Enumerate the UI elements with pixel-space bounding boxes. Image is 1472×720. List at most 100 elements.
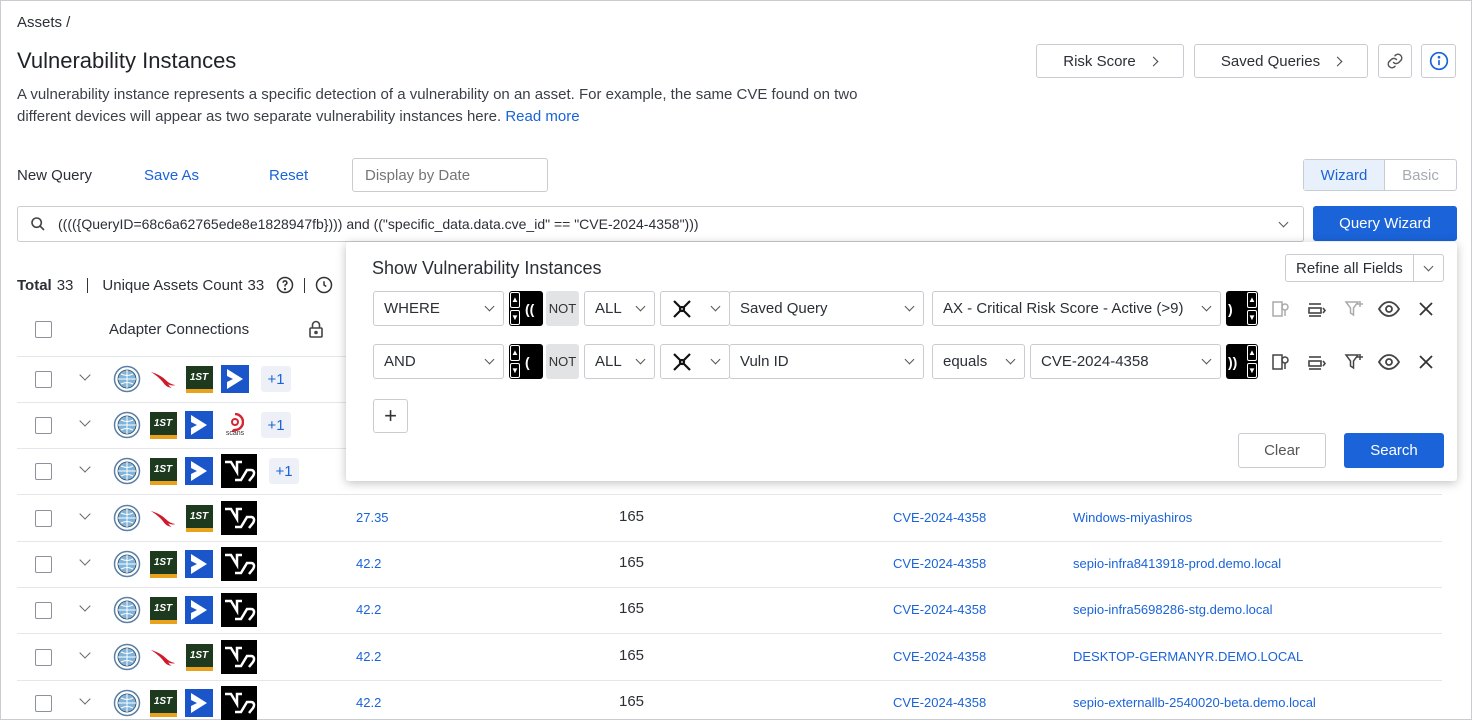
operator-select[interactable]: equals — [932, 344, 1025, 379]
row-checkbox[interactable] — [35, 695, 52, 712]
adapter-connections: 1ST scans +1 — [113, 408, 291, 442]
hostname-link[interactable]: sepio-externallb-2540020-beta.demo.local — [1073, 695, 1316, 710]
risk-score-cell[interactable]: 42.2 — [356, 695, 381, 710]
refine-all-fields-button[interactable]: Refine all Fields — [1285, 254, 1444, 282]
cve-link[interactable]: CVE-2024-4358 — [893, 602, 986, 617]
field-select[interactable]: Vuln ID — [729, 344, 924, 379]
risk-score-cell[interactable]: 42.2 — [356, 602, 381, 617]
add-filter-button[interactable] — [1342, 297, 1366, 321]
risk-score-button[interactable]: Risk Score — [1036, 44, 1184, 78]
add-filter-button[interactable] — [1342, 350, 1366, 374]
search-button[interactable]: Search — [1344, 433, 1444, 468]
page-title: Vulnerability Instances — [17, 48, 237, 73]
expand-row-chevron-icon[interactable] — [79, 693, 91, 705]
expand-row-chevron-icon[interactable] — [79, 508, 91, 520]
up-arrow-icon[interactable]: ▲ — [1247, 345, 1257, 361]
refine-field-button[interactable] — [1269, 350, 1293, 374]
select-all-checkbox[interactable] — [35, 321, 52, 338]
row-checkbox[interactable] — [35, 556, 52, 573]
row-checkbox[interactable] — [35, 463, 52, 480]
hostname-link[interactable]: sepio-infra8413918-prod.demo.local — [1073, 556, 1281, 571]
logic-select[interactable]: WHERE — [373, 291, 504, 326]
tab-basic[interactable]: Basic — [1385, 160, 1456, 190]
display-by-date-input[interactable] — [352, 158, 548, 192]
close-paren-toggle[interactable]: ▲ ▼)) — [1226, 344, 1258, 379]
cve-link[interactable]: CVE-2024-4358 — [893, 695, 986, 710]
adapter-select[interactable] — [660, 291, 730, 326]
clock-icon[interactable] — [315, 276, 333, 294]
open-paren-toggle[interactable]: ▲ ▼( — [509, 344, 543, 379]
expand-row-chevron-icon[interactable] — [79, 461, 91, 473]
row-checkbox[interactable] — [35, 417, 52, 434]
paren-stepper[interactable]: ▲ ▼ — [509, 291, 521, 326]
up-arrow-icon[interactable]: ▲ — [510, 345, 520, 361]
risk-score-cell[interactable]: 42.2 — [356, 556, 381, 571]
more-adapters-badge[interactable]: +1 — [261, 412, 291, 438]
expand-row-chevron-icon[interactable] — [79, 369, 91, 381]
info-button[interactable] — [1421, 44, 1456, 78]
hostname-link[interactable]: DESKTOP-GERMANYR.DEMO.LOCAL — [1073, 649, 1303, 664]
field-select[interactable]: Saved Query — [729, 291, 924, 326]
copy-link-button[interactable] — [1378, 44, 1412, 78]
expand-row-chevron-icon[interactable] — [79, 415, 91, 427]
column-header-adapters[interactable]: Adapter Connections — [109, 321, 249, 338]
add-to-group-button[interactable] — [1305, 350, 1329, 374]
help-icon[interactable] — [276, 276, 294, 294]
logic-select[interactable]: AND — [373, 344, 504, 379]
tab-wizard[interactable]: Wizard — [1304, 160, 1385, 190]
save-as-button[interactable]: Save As — [144, 167, 199, 184]
row-checkbox[interactable] — [35, 602, 52, 619]
down-arrow-icon[interactable]: ▼ — [510, 309, 520, 325]
new-query-label[interactable]: New Query — [17, 167, 92, 184]
add-to-group-button[interactable] — [1305, 297, 1329, 321]
paren-stepper[interactable]: ▲ ▼ — [1246, 344, 1258, 379]
paren-stepper[interactable]: ▲ ▼ — [509, 344, 521, 379]
down-arrow-icon[interactable]: ▼ — [1247, 362, 1257, 378]
cve-link[interactable]: CVE-2024-4358 — [893, 649, 986, 664]
scope-select[interactable]: ALL — [584, 344, 655, 379]
chevron-down-icon[interactable] — [1278, 217, 1289, 227]
refine-dropdown[interactable] — [1413, 255, 1443, 281]
chevron-down-icon — [484, 301, 495, 312]
adapter-select[interactable] — [660, 344, 730, 379]
breadcrumb[interactable]: Assets / — [17, 14, 70, 31]
value-select[interactable]: CVE-2024-4358 — [1030, 344, 1221, 379]
more-adapters-badge[interactable]: +1 — [269, 458, 299, 484]
remove-condition-button[interactable] — [1414, 350, 1438, 374]
row-checkbox[interactable] — [35, 649, 52, 666]
expand-row-chevron-icon[interactable] — [79, 554, 91, 566]
risk-score-cell[interactable]: 42.2 — [356, 649, 381, 664]
row-checkbox[interactable] — [35, 371, 52, 388]
cve-link[interactable]: CVE-2024-4358 — [893, 556, 986, 571]
preview-button[interactable] — [1377, 350, 1401, 374]
scope-select[interactable]: ALL — [584, 291, 655, 326]
remove-condition-button[interactable] — [1414, 297, 1438, 321]
paren-stepper[interactable]: ▲ ▼ — [1246, 291, 1258, 326]
not-toggle[interactable]: NOT — [546, 344, 579, 379]
down-arrow-icon[interactable]: ▼ — [1247, 309, 1257, 325]
query-wizard-button[interactable]: Query Wizard — [1313, 206, 1457, 241]
expand-row-chevron-icon[interactable] — [79, 600, 91, 612]
up-arrow-icon[interactable]: ▲ — [1247, 292, 1257, 308]
expand-row-chevron-icon[interactable] — [79, 647, 91, 659]
clear-button[interactable]: Clear — [1238, 433, 1326, 468]
add-condition-button[interactable]: + — [373, 399, 408, 433]
refine-field-button[interactable] — [1269, 297, 1293, 321]
row-checkbox[interactable] — [35, 510, 52, 527]
up-arrow-icon[interactable]: ▲ — [510, 292, 520, 308]
down-arrow-icon[interactable]: ▼ — [510, 362, 520, 378]
value-select[interactable]: AX - Critical Risk Score - Active (>9) — [932, 291, 1221, 326]
query-input[interactable]: (((({QueryID=68c6a62765ede8e1828947fb}))… — [17, 206, 1304, 242]
risk-score-cell[interactable]: 27.35 — [356, 510, 389, 525]
read-more-link[interactable]: Read more — [505, 108, 579, 125]
reset-button[interactable]: Reset — [269, 167, 308, 184]
hostname-link[interactable]: Windows-miyashiros — [1073, 510, 1192, 525]
preview-button[interactable] — [1377, 297, 1401, 321]
saved-queries-button[interactable]: Saved Queries — [1194, 44, 1368, 78]
close-paren-toggle[interactable]: ▲ ▼) — [1226, 291, 1258, 326]
cve-link[interactable]: CVE-2024-4358 — [893, 510, 986, 525]
more-adapters-badge[interactable]: +1 — [261, 366, 291, 392]
not-toggle[interactable]: NOT — [546, 291, 579, 326]
hostname-link[interactable]: sepio-infra5698286-stg.demo.local — [1073, 602, 1272, 617]
open-paren-toggle[interactable]: ▲ ▼(( — [509, 291, 543, 326]
